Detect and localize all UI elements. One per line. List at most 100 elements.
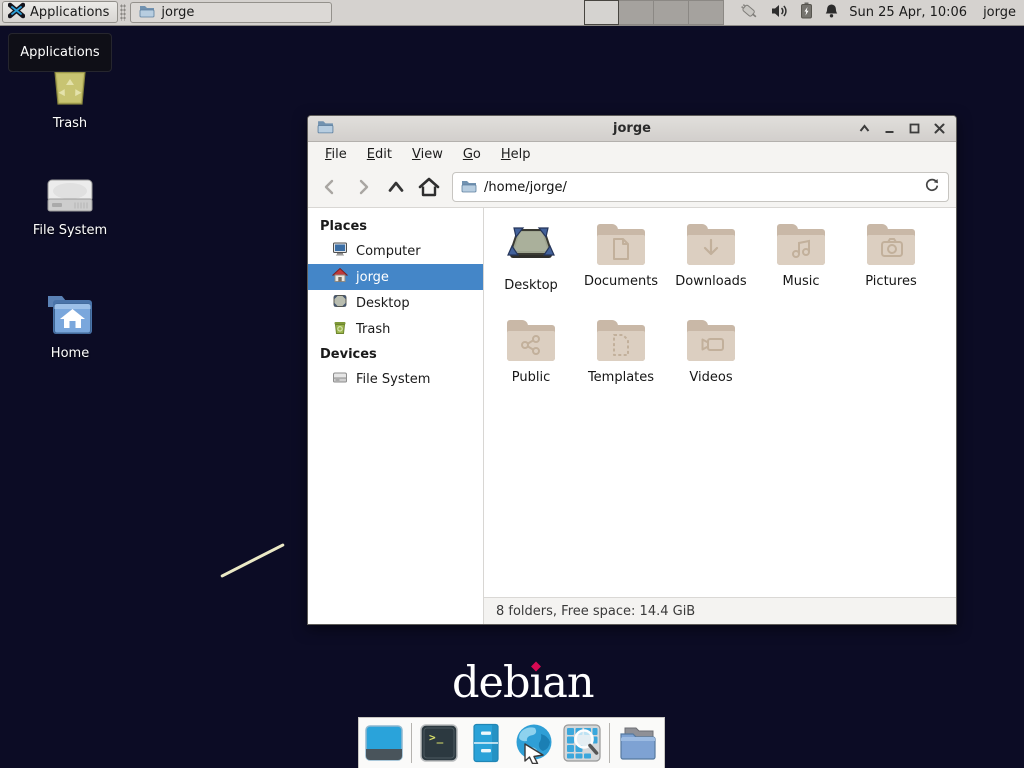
- folder-icon-documents: [597, 224, 645, 265]
- taskbar-window-label: jorge: [161, 5, 194, 20]
- workspace-4[interactable]: [689, 0, 724, 25]
- panel-username: jorge: [983, 0, 1016, 25]
- folder-item-pictures[interactable]: Pictures: [846, 224, 936, 320]
- close-button[interactable]: [931, 121, 947, 137]
- applications-tooltip: Applications: [8, 33, 112, 72]
- sidebar-item-jorge[interactable]: jorge: [308, 264, 483, 290]
- app-finder-icon[interactable]: [562, 722, 602, 764]
- workspace-1[interactable]: [584, 0, 619, 25]
- maximize-button[interactable]: [906, 121, 922, 137]
- workspace-2[interactable]: [619, 0, 654, 25]
- folder-icon-music: [777, 224, 825, 265]
- folder-icon-videos: [687, 320, 735, 361]
- home-button[interactable]: [414, 172, 444, 202]
- folder-item-documents[interactable]: Documents: [576, 224, 666, 320]
- folder-item-label: Videos: [689, 370, 732, 385]
- menu-bar: File Edit View Go Help: [308, 142, 956, 167]
- shade-button[interactable]: [856, 121, 872, 137]
- file-manager-window: jorge File Edit View Go Help: [307, 115, 957, 625]
- web-browser-icon[interactable]: [513, 722, 555, 764]
- battery-icon[interactable]: [800, 2, 813, 23]
- back-button[interactable]: [315, 172, 345, 202]
- debian-logo: debıan: [452, 658, 594, 708]
- system-tray: [738, 0, 839, 25]
- menu-view[interactable]: View: [402, 144, 453, 165]
- desktop-icon-home[interactable]: Home: [20, 292, 120, 361]
- sidebar-item-computer[interactable]: Computer: [308, 238, 483, 264]
- workspace-switcher: [584, 0, 724, 25]
- sidebar-item-trash[interactable]: Trash: [308, 316, 483, 342]
- volume-icon[interactable]: [771, 3, 789, 23]
- debian-logo-text: an: [542, 658, 593, 708]
- wallpaper-artifact-line: [220, 543, 285, 578]
- reload-icon[interactable]: [924, 177, 940, 197]
- terminal-prompt-glyph: >_: [429, 731, 444, 744]
- sidebar-item-desktop[interactable]: Desktop: [308, 290, 483, 316]
- top-panel: Applications jorge: [0, 0, 1024, 26]
- folder-item-label: Documents: [584, 274, 658, 289]
- terminal-icon[interactable]: >_: [419, 722, 459, 764]
- applications-menu-label: Applications: [30, 5, 109, 20]
- folder-icon-templates: [597, 320, 645, 361]
- applications-menu-button[interactable]: Applications: [2, 1, 118, 23]
- places-header: Places: [308, 214, 483, 238]
- debian-logo-text: deb: [452, 658, 530, 708]
- applications-tooltip-text: Applications: [20, 45, 99, 60]
- notification-bell-icon[interactable]: [824, 3, 839, 23]
- folder-item-templates[interactable]: Templates: [576, 320, 666, 416]
- status-bar: 8 folders, Free space: 14.4 GiB: [484, 597, 956, 624]
- folder-item-label: Downloads: [675, 274, 746, 289]
- folder-icon-public: [507, 320, 555, 361]
- panel-handle[interactable]: [120, 4, 126, 21]
- folder-item-music[interactable]: Music: [756, 224, 846, 320]
- menu-file[interactable]: File: [315, 144, 357, 165]
- dock-separator: [411, 723, 412, 763]
- folder-item-label: Public: [512, 370, 550, 385]
- desktop-icon-file-system[interactable]: File System: [20, 175, 120, 238]
- up-button[interactable]: [381, 172, 411, 202]
- minimize-button[interactable]: [881, 121, 897, 137]
- trash-small-icon: [332, 319, 348, 339]
- sidebar-item-label: Computer: [356, 244, 421, 259]
- show-desktop-icon[interactable]: [364, 722, 404, 764]
- folder-item-downloads[interactable]: Downloads: [666, 224, 756, 320]
- status-text: 8 folders, Free space: 14.4 GiB: [496, 604, 695, 619]
- path-folder-icon: [461, 178, 477, 197]
- file-view: Desktop Documents: [484, 208, 956, 597]
- path-bar[interactable]: /home/jorge/: [452, 172, 949, 202]
- sidebar-item-label: Desktop: [356, 296, 410, 311]
- folder-item-videos[interactable]: Videos: [666, 320, 756, 416]
- file-cabinet-icon[interactable]: [466, 722, 506, 764]
- desktop-icon-label: Trash: [53, 116, 87, 131]
- folder-item-public[interactable]: Public: [486, 320, 576, 416]
- folder-item-label: Music: [783, 274, 820, 289]
- menu-edit[interactable]: Edit: [357, 144, 402, 165]
- folder-item-label: Templates: [588, 370, 654, 385]
- taskbar-window-button[interactable]: jorge: [130, 2, 332, 23]
- workspace-3[interactable]: [654, 0, 689, 25]
- panel-clock[interactable]: Sun 25 Apr, 10:06: [849, 0, 967, 25]
- folder-dock-icon[interactable]: [617, 722, 659, 764]
- devices-header: Devices: [308, 342, 483, 366]
- home-icon: [332, 267, 348, 287]
- folder-icon-downloads: [687, 224, 735, 265]
- forward-button[interactable]: [348, 172, 378, 202]
- desktop-special-icon: [507, 224, 555, 269]
- folder-icon-pictures: [867, 224, 915, 265]
- desktop-icon: [332, 293, 348, 313]
- home-folder-icon: [45, 292, 95, 340]
- folder-item-desktop[interactable]: Desktop: [486, 224, 576, 320]
- sidebar-item-file-system[interactable]: File System: [308, 366, 483, 392]
- window-titlebar[interactable]: jorge: [308, 116, 956, 142]
- folder-item-label: Desktop: [504, 278, 558, 293]
- menu-go[interactable]: Go: [453, 144, 491, 165]
- sidebar-item-label: File System: [356, 372, 430, 387]
- hard-drive-icon: [47, 179, 93, 217]
- dock: >_: [358, 717, 665, 768]
- network-plug-icon[interactable]: [738, 2, 760, 24]
- drive-icon: [332, 369, 348, 389]
- path-text[interactable]: /home/jorge/: [484, 180, 917, 195]
- sidebar-item-label: Trash: [356, 322, 390, 337]
- menu-help[interactable]: Help: [491, 144, 541, 165]
- folder-icon: [139, 4, 155, 22]
